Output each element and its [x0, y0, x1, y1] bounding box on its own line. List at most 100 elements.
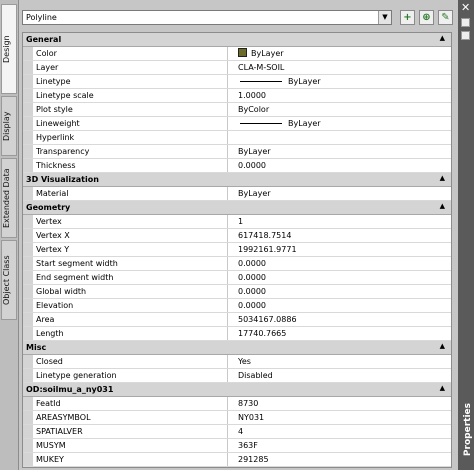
property-name: SPATIALVER	[33, 425, 228, 438]
property-value[interactable]: 617418.7514	[238, 229, 449, 242]
property-grid: General ▲ Color ByLayer Layer CLA-M-SOIL L…	[22, 32, 452, 468]
property-value[interactable]: 291285	[238, 453, 449, 466]
tab-design[interactable]: Design	[1, 4, 17, 94]
property-row[interactable]: Transparency ByLayer	[23, 145, 451, 159]
property-row[interactable]: Closed Yes	[23, 355, 451, 369]
color-swatch-icon	[238, 48, 247, 57]
property-value[interactable]: ByLayer	[238, 145, 449, 158]
side-tab-strip: Design Display Extended Data Object Clas…	[0, 0, 19, 470]
property-row[interactable]: Start segment width 0.0000	[23, 257, 451, 271]
property-row[interactable]: Elevation 0.0000	[23, 299, 451, 313]
palette-title: Properties	[463, 402, 473, 456]
property-value[interactable]: 1992161.9771	[238, 243, 449, 256]
section-general[interactable]: General ▲	[23, 33, 451, 47]
property-value[interactable]: NY031	[238, 411, 449, 424]
property-value[interactable]: ByColor	[238, 103, 449, 116]
property-row[interactable]: MUKEY 291285	[23, 453, 451, 467]
property-name: Linetype scale	[33, 89, 228, 102]
property-row[interactable]: AREASYMBOL NY031	[23, 411, 451, 425]
properties-panel: Polyline ▼ + ⊕ ✎ General ▲ Color ByLayer …	[19, 0, 458, 470]
property-row[interactable]: SPATIALVER 4	[23, 425, 451, 439]
property-row[interactable]: End segment width 0.0000	[23, 271, 451, 285]
property-name: MUSYM	[33, 439, 228, 452]
property-row[interactable]: Color ByLayer	[23, 47, 451, 61]
property-name: MUKEY	[33, 453, 228, 466]
tab-object-class[interactable]: Object Class	[1, 240, 17, 320]
select-objects-button[interactable]: ⊕	[419, 10, 434, 25]
section-title: 3D Visualization	[26, 175, 99, 184]
property-value[interactable]: ByLayer	[238, 117, 449, 130]
property-row[interactable]: Plot style ByColor	[23, 103, 451, 117]
quick-select-button[interactable]: ✎	[438, 10, 453, 25]
property-name: FeatId	[33, 397, 228, 410]
property-value[interactable]: 1	[238, 215, 449, 228]
property-value[interactable]: Yes	[238, 355, 449, 368]
property-value[interactable]	[238, 131, 449, 144]
toggle-pickadd-button[interactable]: +	[400, 10, 415, 25]
property-row[interactable]: Vertex Y 1992161.9771	[23, 243, 451, 257]
property-row[interactable]: Global width 0.0000	[23, 285, 451, 299]
property-name: Color	[33, 47, 228, 60]
tab-display[interactable]: Display	[1, 96, 17, 156]
linetype-preview-icon	[240, 81, 282, 82]
property-name: Linetype generation	[33, 369, 228, 382]
property-value[interactable]: 0.0000	[238, 271, 449, 284]
object-type-dropdown[interactable]: Polyline ▼	[22, 10, 392, 25]
property-name: Area	[33, 313, 228, 326]
property-row[interactable]: Hyperlink	[23, 131, 451, 145]
property-value[interactable]: 5034167.0886	[238, 313, 449, 326]
section-title: General	[26, 35, 62, 44]
property-name: Closed	[33, 355, 228, 368]
object-selector-bar: Polyline ▼ + ⊕ ✎	[22, 10, 455, 28]
property-row[interactable]: Thickness 0.0000	[23, 159, 451, 173]
property-value[interactable]: 0.0000	[238, 257, 449, 270]
chevron-down-icon[interactable]: ▼	[378, 11, 391, 24]
collapse-icon[interactable]: ▲	[440, 174, 445, 182]
property-value[interactable]: Disabled	[238, 369, 449, 382]
property-value[interactable]: 0.0000	[238, 299, 449, 312]
property-name: Global width	[33, 285, 228, 298]
property-row[interactable]: Length 17740.7665	[23, 327, 451, 341]
collapse-icon[interactable]: ▲	[440, 342, 445, 350]
property-row[interactable]: FeatId 8730	[23, 397, 451, 411]
section-misc[interactable]: Misc ▲	[23, 341, 451, 355]
section-title: OD:soilmu_a_ny031	[26, 385, 114, 394]
section-3d-visualization[interactable]: 3D Visualization ▲	[23, 173, 451, 187]
property-row[interactable]: Linetype ByLayer	[23, 75, 451, 89]
tab-extended-data[interactable]: Extended Data	[1, 158, 17, 238]
property-value[interactable]: CLA-M-SOIL	[238, 61, 449, 74]
property-row[interactable]: Lineweight ByLayer	[23, 117, 451, 131]
property-row[interactable]: Material ByLayer	[23, 187, 451, 201]
property-row[interactable]: Area 5034167.0886	[23, 313, 451, 327]
property-value[interactable]: ByLayer	[238, 47, 449, 60]
property-value[interactable]: 17740.7665	[238, 327, 449, 340]
collapse-icon[interactable]: ▲	[440, 384, 445, 392]
property-row[interactable]: Layer CLA-M-SOIL	[23, 61, 451, 75]
palette-menu-icon[interactable]	[461, 31, 470, 40]
property-value[interactable]: ByLayer	[238, 75, 449, 88]
property-value[interactable]: 4	[238, 425, 449, 438]
property-row[interactable]: Vertex X 617418.7514	[23, 229, 451, 243]
property-value[interactable]: 8730	[238, 397, 449, 410]
property-row[interactable]: Vertex 1	[23, 215, 451, 229]
property-value[interactable]: 0.0000	[238, 159, 449, 172]
property-row[interactable]: MUSYM 363F	[23, 439, 451, 453]
collapse-icon[interactable]: ▲	[440, 34, 445, 42]
section-geometry[interactable]: Geometry ▲	[23, 201, 451, 215]
property-name: Vertex X	[33, 229, 228, 242]
property-row[interactable]: Linetype generation Disabled	[23, 369, 451, 383]
autohide-icon[interactable]	[461, 18, 470, 27]
property-name: Transparency	[33, 145, 228, 158]
property-value[interactable]: 0.0000	[238, 285, 449, 298]
property-value[interactable]: 363F	[238, 439, 449, 452]
collapse-icon[interactable]: ▲	[440, 202, 445, 210]
property-row[interactable]: Linetype scale 1.0000	[23, 89, 451, 103]
property-name: Vertex	[33, 215, 228, 228]
property-value[interactable]: ByLayer	[238, 187, 449, 200]
property-name: Linetype	[33, 75, 228, 88]
section-object-data[interactable]: OD:soilmu_a_ny031 ▲	[23, 383, 451, 397]
property-name: Layer	[33, 61, 228, 74]
property-value[interactable]: 1.0000	[238, 89, 449, 102]
property-name: Vertex Y	[33, 243, 228, 256]
close-icon[interactable]: ✕	[461, 2, 470, 13]
